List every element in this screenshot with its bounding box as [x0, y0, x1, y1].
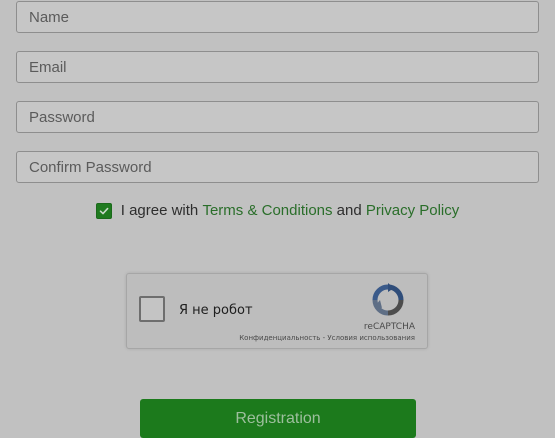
recaptcha-privacy-link[interactable]: Конфиденциальность [239, 334, 320, 342]
agree-checkbox[interactable] [95, 202, 112, 219]
terms-conditions-link[interactable]: Terms & Conditions [202, 202, 332, 219]
password-field[interactable] [16, 101, 539, 133]
recaptcha-checkbox[interactable] [139, 296, 165, 322]
registration-button[interactable]: Registration [140, 399, 416, 438]
terms-agreement-row: I agree with Terms & Conditions and Priv… [0, 202, 555, 219]
agree-prefix-text: I agree with [120, 202, 203, 219]
recaptcha-brand: reCAPTCHA [363, 322, 415, 332]
recaptcha-logo-icon [372, 283, 404, 316]
privacy-policy-link[interactable]: Privacy Policy [366, 202, 459, 219]
recaptcha-links: Конфиденциальность - Условия использован… [239, 334, 415, 342]
confirm-password-field[interactable] [16, 151, 539, 183]
agree-conjunction-text: and [332, 202, 366, 219]
recaptcha-label: Я не робот [179, 303, 253, 318]
email-field[interactable] [16, 51, 539, 83]
recaptcha-widget: Я не робот reCAPTCHA Конфиденциальность … [126, 273, 428, 349]
checkmark-icon [99, 207, 109, 214]
name-field[interactable] [16, 1, 539, 33]
recaptcha-terms-link[interactable]: Условия использования [327, 334, 415, 342]
